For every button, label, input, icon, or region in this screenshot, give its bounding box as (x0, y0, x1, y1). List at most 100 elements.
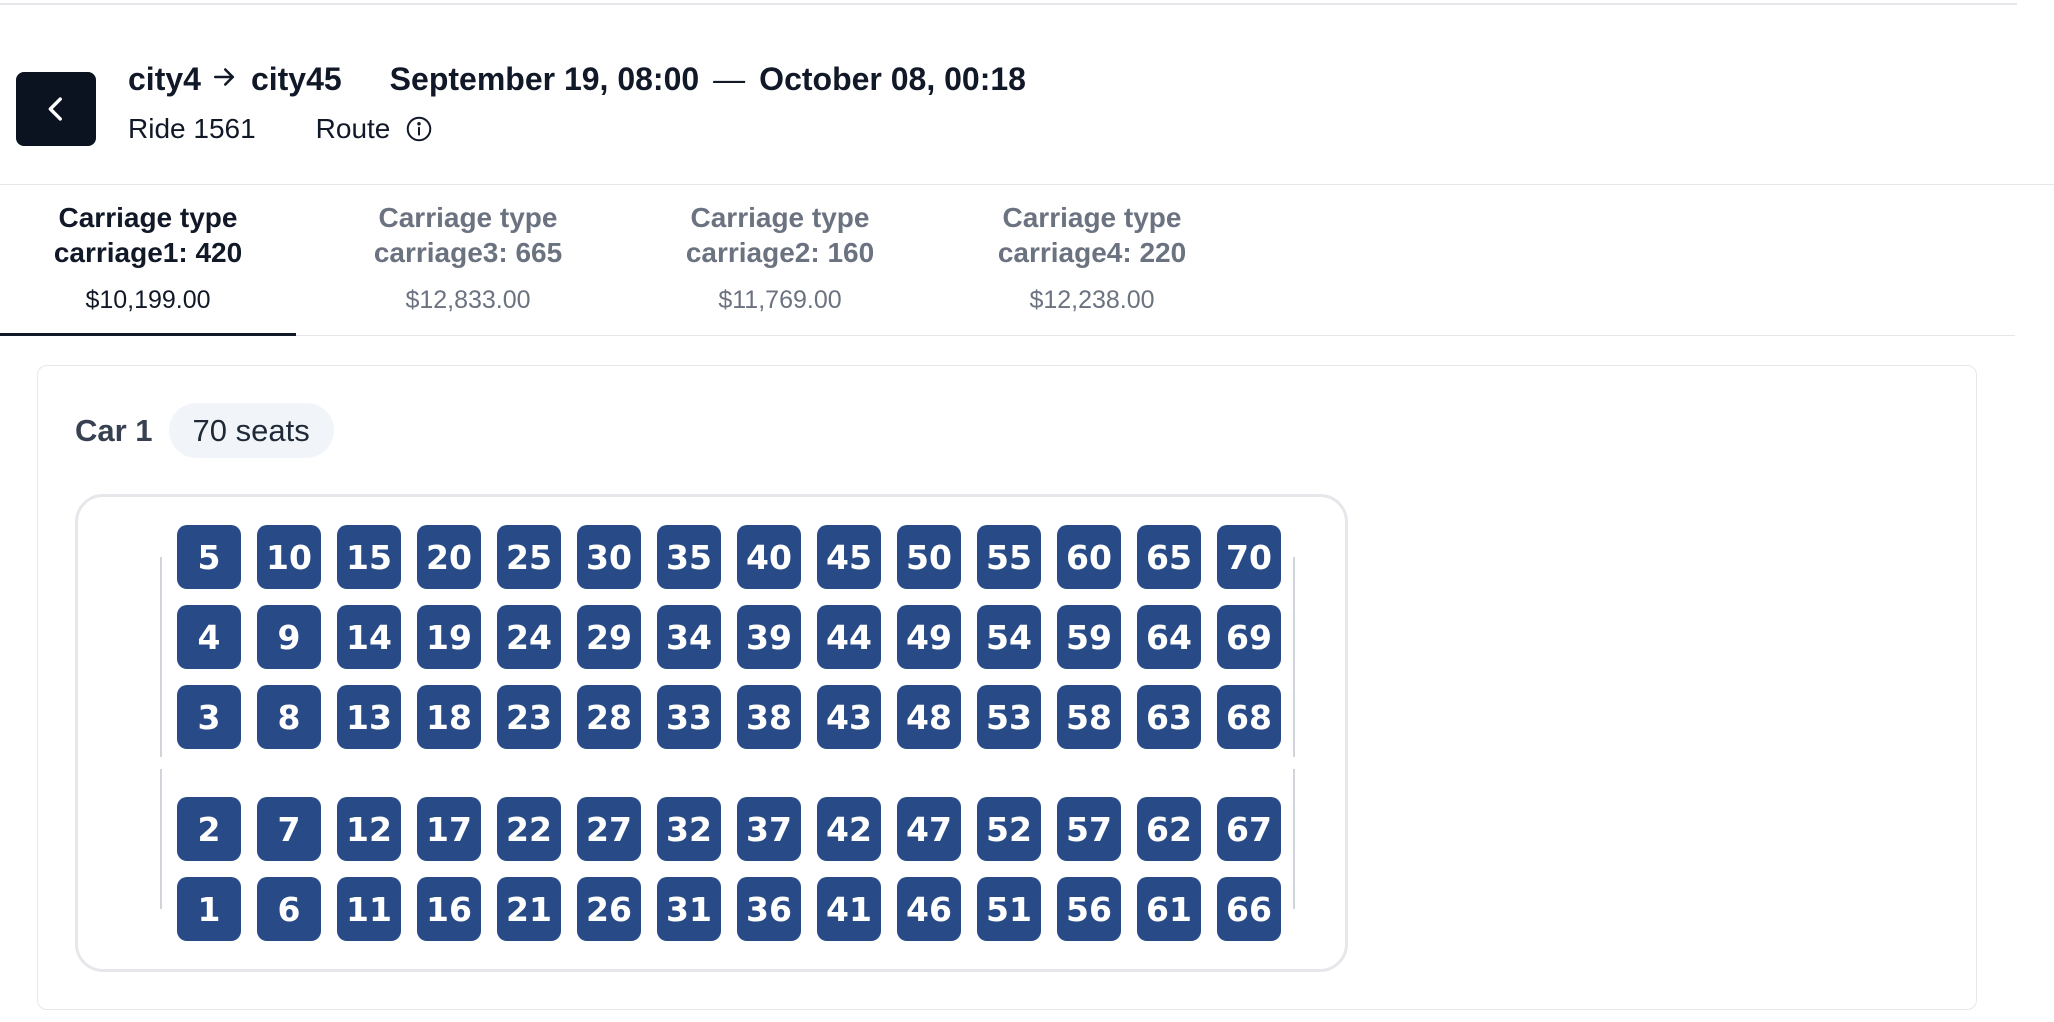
seat-18[interactable]: 18 (417, 685, 481, 749)
seat-27[interactable]: 27 (577, 797, 641, 861)
seat-17[interactable]: 17 (417, 797, 481, 861)
from-city: city4 (128, 60, 201, 97)
seat-5[interactable]: 5 (177, 525, 241, 589)
seat-4[interactable]: 4 (177, 605, 241, 669)
tab-name: Carriage type carriage3: 665 (373, 202, 563, 268)
seat-54[interactable]: 54 (977, 605, 1041, 669)
seat-64[interactable]: 64 (1137, 605, 1201, 669)
seat-34[interactable]: 34 (657, 605, 721, 669)
seat-61[interactable]: 61 (1137, 877, 1201, 941)
carriage-type-tabs: Carriage type carriage1: 420 $10,199.00 … (0, 184, 2015, 336)
seat-51[interactable]: 51 (977, 877, 1041, 941)
seat-65[interactable]: 65 (1137, 525, 1201, 589)
seat-42[interactable]: 42 (817, 797, 881, 861)
seat-40[interactable]: 40 (737, 525, 801, 589)
route-info-button[interactable]: Route (316, 113, 435, 145)
seat-38[interactable]: 38 (737, 685, 801, 749)
wagon-wall-right-upper (1293, 557, 1295, 757)
seat-36[interactable]: 36 (737, 877, 801, 941)
seat-66[interactable]: 66 (1217, 877, 1281, 941)
seat-10[interactable]: 10 (257, 525, 321, 589)
seat-29[interactable]: 29 (577, 605, 641, 669)
wagon-wall-left-lower (160, 769, 162, 909)
seat-20[interactable]: 20 (417, 525, 481, 589)
seat-41[interactable]: 41 (817, 877, 881, 941)
travel-dates: September 19, 08:00 — October 08, 00:18 (390, 61, 1026, 98)
seat-63[interactable]: 63 (1137, 685, 1201, 749)
seat-67[interactable]: 67 (1217, 797, 1281, 861)
seat-7[interactable]: 7 (257, 797, 321, 861)
seat-47[interactable]: 47 (897, 797, 961, 861)
seat-11[interactable]: 11 (337, 877, 401, 941)
ride-header: city4 city45 September 19, 08:00 — Octob… (0, 0, 2054, 185)
chevron-left-icon (39, 92, 73, 126)
seat-31[interactable]: 31 (657, 877, 721, 941)
seat-49[interactable]: 49 (897, 605, 961, 669)
seat-2[interactable]: 2 (177, 797, 241, 861)
seat-70[interactable]: 70 (1217, 525, 1281, 589)
seat-69[interactable]: 69 (1217, 605, 1281, 669)
seat-8[interactable]: 8 (257, 685, 321, 749)
seat-21[interactable]: 21 (497, 877, 561, 941)
tab-carriage3[interactable]: Carriage type carriage3: 665 $12,833.00 (320, 184, 616, 333)
seat-48[interactable]: 48 (897, 685, 961, 749)
info-circle-icon (404, 114, 434, 144)
seat-23[interactable]: 23 (497, 685, 561, 749)
seat-68[interactable]: 68 (1217, 685, 1281, 749)
seats-badge: 70 seats (168, 403, 334, 458)
seat-53[interactable]: 53 (977, 685, 1041, 749)
seat-56[interactable]: 56 (1057, 877, 1121, 941)
seat-6[interactable]: 6 (257, 877, 321, 941)
tab-name: Carriage type carriage1: 420 (53, 202, 243, 268)
seat-13[interactable]: 13 (337, 685, 401, 749)
seat-39[interactable]: 39 (737, 605, 801, 669)
seat-50[interactable]: 50 (897, 525, 961, 589)
seat-62[interactable]: 62 (1137, 797, 1201, 861)
tab-carriage2[interactable]: Carriage type carriage2: 160 $11,769.00 (632, 184, 928, 333)
seat-28[interactable]: 28 (577, 685, 641, 749)
car-label: Car 1 (75, 412, 153, 448)
seat-26[interactable]: 26 (577, 877, 641, 941)
wagon-wall-right-lower (1293, 769, 1295, 909)
seat-58[interactable]: 58 (1057, 685, 1121, 749)
tab-price: $12,833.00 (405, 286, 531, 314)
seat-37[interactable]: 37 (737, 797, 801, 861)
seat-57[interactable]: 57 (1057, 797, 1121, 861)
seat-33[interactable]: 33 (657, 685, 721, 749)
seat-43[interactable]: 43 (817, 685, 881, 749)
seat-map: 5 10 15 20 25 30 35 40 45 50 55 60 65 70 4 9 14 19 24 29 34 3… (75, 494, 1348, 972)
tab-name: Carriage type carriage2: 160 (685, 202, 875, 268)
seat-35[interactable]: 35 (657, 525, 721, 589)
seat-45[interactable]: 45 (817, 525, 881, 589)
tab-price: $12,238.00 (1029, 286, 1155, 314)
tab-carriage1[interactable]: Carriage type carriage1: 420 $10,199.00 (0, 184, 296, 336)
seat-59[interactable]: 59 (1057, 605, 1121, 669)
seat-12[interactable]: 12 (337, 797, 401, 861)
date-separator: — (713, 60, 746, 97)
seat-19[interactable]: 19 (417, 605, 481, 669)
seat-1[interactable]: 1 (177, 877, 241, 941)
seat-32[interactable]: 32 (657, 797, 721, 861)
seat-15[interactable]: 15 (337, 525, 401, 589)
tab-name: Carriage type carriage4: 220 (997, 202, 1187, 268)
seat-55[interactable]: 55 (977, 525, 1041, 589)
tab-price: $10,199.00 (85, 286, 211, 314)
ride-subheader: Ride 1561 Route (128, 108, 434, 150)
seat-3[interactable]: 3 (177, 685, 241, 749)
seat-14[interactable]: 14 (337, 605, 401, 669)
seat-30[interactable]: 30 (577, 525, 641, 589)
seat-24[interactable]: 24 (497, 605, 561, 669)
seat-44[interactable]: 44 (817, 605, 881, 669)
seat-22[interactable]: 22 (497, 797, 561, 861)
seat-16[interactable]: 16 (417, 877, 481, 941)
seat-46[interactable]: 46 (897, 877, 961, 941)
seat-60[interactable]: 60 (1057, 525, 1121, 589)
seat-9[interactable]: 9 (257, 605, 321, 669)
route-label: Route (315, 113, 391, 144)
seat-25[interactable]: 25 (497, 525, 561, 589)
tab-carriage4[interactable]: Carriage type carriage4: 220 $12,238.00 (944, 184, 1240, 333)
back-button[interactable] (16, 72, 96, 146)
seat-52[interactable]: 52 (977, 797, 1041, 861)
car-title: Car 1 70 seats (75, 403, 334, 458)
arrow-right-icon (209, 62, 243, 96)
